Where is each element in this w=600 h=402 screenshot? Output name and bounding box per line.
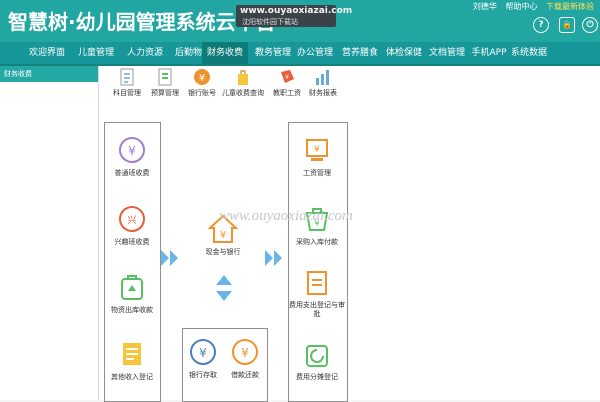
purchase-payment-label: 采购入库付款: [296, 238, 338, 246]
tab-system-data[interactable]: 系统数据: [506, 42, 552, 64]
bank-account-label: 银行账号: [188, 89, 216, 97]
expense-allocation-label: 费用分摊登记: [296, 373, 338, 381]
budget-management-label: 预算管理: [151, 89, 179, 97]
svg-text:¥: ¥: [199, 73, 205, 84]
salary-icon: ¥: [303, 136, 331, 164]
bag-icon: [234, 68, 252, 86]
user-name[interactable]: 刘德华: [473, 2, 497, 11]
power-icon[interactable]: ⏻: [582, 17, 598, 33]
regular-class-fee[interactable]: ¥ 普通班收费: [102, 136, 162, 178]
budget-management[interactable]: 预算管理: [147, 68, 183, 98]
bank-transfer-icon: ¥: [189, 338, 217, 366]
coin-icon: ¥: [193, 68, 211, 86]
bank-deposit-withdraw[interactable]: ¥ 银行存取: [183, 338, 223, 380]
watermark-banner: www.ouyaoxiazai.com 沈阳软件园下载站: [236, 5, 352, 27]
interest-class-fee-label: 兴趣班收费: [114, 238, 150, 246]
tab-documents[interactable]: 文档管理: [424, 42, 470, 64]
tab-health[interactable]: 体检保健: [381, 42, 427, 64]
money-tag-icon: ¥: [278, 68, 296, 86]
watermark-sub-text: 沈阳软件园下载站: [242, 18, 298, 26]
financial-report[interactable]: 财务报表: [305, 68, 341, 98]
child-fee-query[interactable]: 儿童收费查询: [221, 68, 265, 98]
loan-repayment[interactable]: ¥ 借款还款: [225, 338, 265, 380]
bank-deposit-withdraw-label: 银行存取: [189, 371, 217, 379]
expense-approval[interactable]: 费用支出登记与审批: [287, 269, 347, 319]
other-income-registration-label: 其他收入登记: [111, 373, 153, 381]
help-center-link[interactable]: 帮助中心: [505, 2, 537, 11]
tab-nutrition[interactable]: 营养膳食: [337, 42, 383, 64]
cash-and-bank-label: 现金与银行: [205, 248, 241, 256]
svg-text:¥: ¥: [314, 145, 320, 155]
yuan-circle-icon: ¥: [118, 136, 146, 164]
help-icon[interactable]: ?: [533, 17, 549, 33]
tab-finance[interactable]: 财务收费: [202, 42, 248, 64]
income-note-icon: [118, 340, 146, 368]
svg-text:兴: 兴: [127, 215, 136, 226]
tab-hr[interactable]: 人力资源: [122, 42, 168, 64]
arrow-right-icon: [265, 250, 282, 266]
other-income-registration[interactable]: 其他收入登记: [102, 340, 162, 382]
expense-approval-label: 费用支出登记与审批: [289, 301, 345, 318]
material-outbound-receipt[interactable]: 物资出库收款: [102, 273, 162, 315]
financial-report-label: 财务报表: [309, 89, 337, 97]
tab-children[interactable]: 儿童管理: [72, 42, 120, 64]
watermark-site-text: www.ouyaoxiazai.com: [240, 6, 353, 16]
allocation-icon: [303, 340, 331, 368]
app-header: 智慧树·幼儿园管理系统云平台 www.ouyaoxiazai.com 沈阳软件园…: [0, 0, 600, 42]
svg-text:¥: ¥: [241, 346, 249, 360]
tab-academic[interactable]: 教务管理: [250, 42, 296, 64]
staff-salary[interactable]: ¥ 教职工资: [269, 68, 305, 98]
svg-text:¥: ¥: [285, 74, 289, 81]
download-link[interactable]: 下载最新体验: [546, 2, 594, 11]
child-fee-query-label: 儿童收费查询: [222, 89, 264, 97]
tab-welcome[interactable]: 欢迎界面: [24, 42, 70, 64]
lock-icon[interactable]: 🔒: [559, 17, 575, 33]
salary-management[interactable]: ¥ 工资管理: [287, 136, 347, 178]
finance-workflow: 科目管理 预算管理 ¥ 银行账号 儿童收费查询 ¥ 教职工资 财务报表 ¥ 普通…: [99, 66, 600, 402]
watermark-mid: www.ouyaoxiazai.com: [219, 208, 353, 224]
sidebar: 财务收费: [0, 66, 99, 400]
arrow-right-icon: [161, 250, 178, 266]
tab-office[interactable]: 办公管理: [292, 42, 338, 64]
expense-allocation[interactable]: 费用分摊登记: [287, 340, 347, 382]
regular-class-fee-label: 普通班收费: [114, 169, 150, 177]
bank-account[interactable]: ¥ 银行账号: [184, 68, 220, 98]
expense-approval-icon: [303, 269, 331, 297]
svg-text:¥: ¥: [199, 346, 207, 360]
ledger-icon: [118, 68, 136, 86]
loan-repay-icon: ¥: [231, 338, 259, 366]
interest-class-fee[interactable]: 兴 兴趣班收费: [102, 205, 162, 247]
main-nav: 欢迎界面 儿童管理 人力资源 后勤物资 财务收费 教务管理 办公管理 营养膳食 …: [0, 42, 600, 66]
loan-repayment-label: 借款还款: [231, 371, 259, 379]
subject-management[interactable]: 科目管理: [109, 68, 145, 98]
chart-icon: [314, 68, 332, 86]
salary-management-label: 工资管理: [303, 169, 331, 177]
inventory-bag-icon: [118, 273, 146, 301]
material-outbound-receipt-label: 物资出库收款: [111, 306, 153, 314]
svg-text:¥: ¥: [128, 144, 136, 158]
document-icon: [156, 68, 174, 86]
subject-management-label: 科目管理: [113, 89, 141, 97]
interest-circle-icon: 兴: [118, 205, 146, 233]
sidebar-title[interactable]: 财务收费: [0, 66, 98, 82]
user-links: 刘德华 帮助中心 下载最新体验: [467, 1, 594, 12]
arrow-vertical-icon: [216, 275, 232, 301]
staff-salary-label: 教职工资: [273, 89, 301, 97]
svg-text:¥: ¥: [220, 230, 226, 241]
